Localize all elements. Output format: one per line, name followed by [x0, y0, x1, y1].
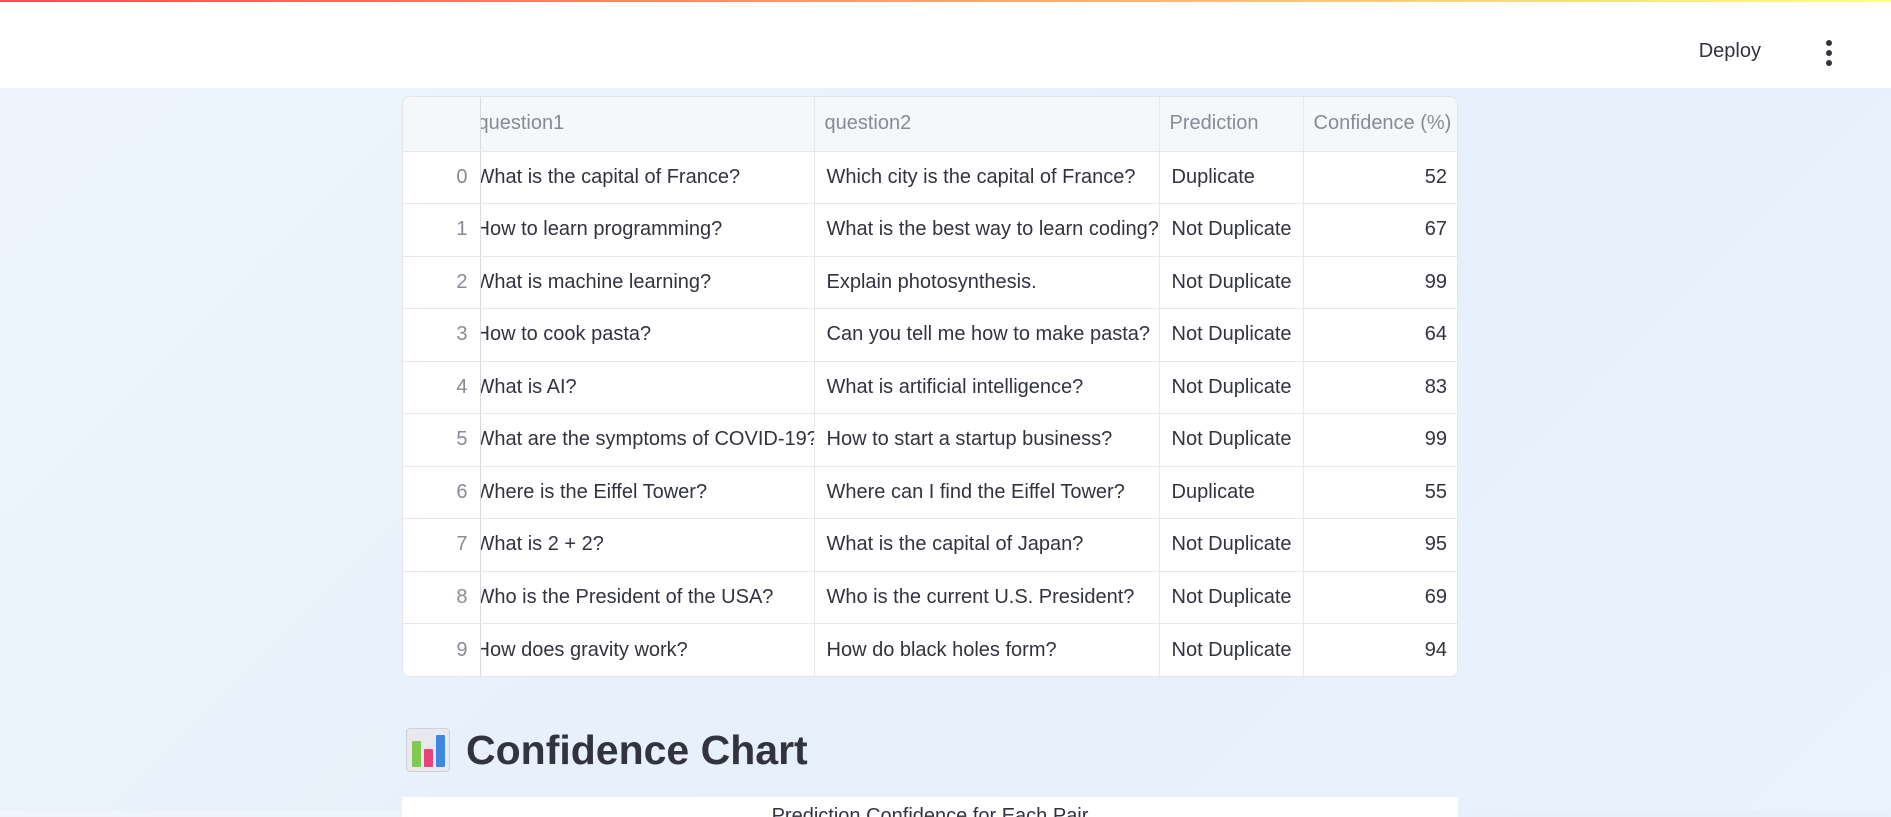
question2-cell[interactable]: Can you tell me how to make pasta? [814, 308, 1160, 362]
prediction-cell[interactable]: Not Duplicate [1159, 256, 1304, 309]
table-row[interactable]: 5 What are the symptoms of COVID-19? How… [403, 413, 1457, 467]
icon-bar [436, 735, 445, 767]
confidence-cell[interactable]: 99 [1303, 256, 1457, 309]
table-row[interactable]: 0 What is the capital of France? Which c… [403, 151, 1457, 204]
table-row[interactable]: 6 Where is the Eiffel Tower? Where can I… [403, 466, 1457, 519]
question1-cell[interactable]: Where is the Eiffel Tower? [480, 466, 815, 519]
question2-cell[interactable]: How to start a startup business? [814, 413, 1160, 467]
question1-cell[interactable]: How does gravity work? [480, 623, 815, 676]
question1-cell[interactable]: Who is the President of the USA? [480, 571, 815, 624]
confidence-cell[interactable]: 95 [1303, 518, 1457, 572]
results-dataframe[interactable]: question1 question2 Prediction Confidenc… [402, 96, 1458, 677]
column-header-index[interactable] [403, 97, 481, 152]
question1-cell[interactable]: What is the capital of France? [480, 151, 815, 204]
table-row[interactable]: 3 How to cook pasta? Can you tell me how… [403, 308, 1457, 362]
chart-title: Prediction Confidence for Each Pair [771, 805, 1089, 817]
column-header-prediction[interactable]: Prediction [1159, 97, 1304, 152]
question2-cell[interactable]: Which city is the capital of France? [814, 151, 1160, 204]
confidence-chart-panel: Prediction Confidence for Each Pair [402, 797, 1458, 817]
question1-cell[interactable]: What is AI? [480, 361, 815, 414]
section-heading: Confidence Chart [406, 722, 808, 778]
question2-cell[interactable]: Explain photosynthesis. [814, 256, 1160, 309]
column-header-confidence[interactable]: Confidence (%) [1303, 97, 1457, 152]
column-header-question1[interactable]: question1 [480, 97, 815, 152]
menu-dot [1826, 40, 1832, 46]
row-index-cell: 9 [403, 623, 481, 676]
confidence-cell[interactable]: 64 [1303, 308, 1457, 362]
question2-cell[interactable]: What is the capital of Japan? [814, 518, 1160, 572]
menu-dot [1826, 60, 1832, 66]
app-header: Deploy [0, 2, 1891, 88]
question1-cell[interactable]: What are the symptoms of COVID-19? [480, 413, 815, 467]
prediction-cell[interactable]: Not Duplicate [1159, 518, 1304, 572]
prediction-cell[interactable]: Not Duplicate [1159, 571, 1304, 624]
prediction-cell[interactable]: Not Duplicate [1159, 413, 1304, 467]
question2-cell[interactable]: How do black holes form? [814, 623, 1160, 676]
results-table: question1 question2 Prediction Confidenc… [403, 97, 1457, 677]
table-row[interactable]: 8 Who is the President of the USA? Who i… [403, 571, 1457, 624]
bar-chart-icon [406, 728, 450, 772]
kebab-menu-icon[interactable] [1819, 40, 1839, 66]
question1-cell[interactable]: How to cook pasta? [480, 308, 815, 362]
row-index-cell: 8 [403, 571, 481, 624]
row-index-cell: 7 [403, 518, 481, 572]
row-index-cell: 6 [403, 466, 481, 519]
confidence-cell[interactable]: 52 [1303, 151, 1457, 204]
row-index-cell: 5 [403, 413, 481, 467]
row-index-cell: 1 [403, 203, 481, 257]
confidence-cell[interactable]: 94 [1303, 624, 1457, 677]
confidence-cell[interactable]: 69 [1303, 571, 1457, 624]
section-title: Confidence Chart [466, 726, 808, 773]
question1-cell[interactable]: What is 2 + 2? [480, 518, 815, 572]
confidence-cell[interactable]: 67 [1303, 203, 1457, 257]
prediction-cell[interactable]: Not Duplicate [1159, 361, 1304, 414]
table-row[interactable]: 7 What is 2 + 2? What is the capital of … [403, 518, 1457, 572]
question2-cell[interactable]: Who is the current U.S. President? [814, 571, 1160, 624]
icon-bar [412, 741, 421, 767]
question2-cell[interactable]: What is the best way to learn coding? [814, 203, 1160, 257]
table-row[interactable]: 2 What is machine learning? Explain phot… [403, 256, 1457, 309]
deploy-button[interactable]: Deploy [1699, 40, 1761, 63]
row-index-cell: 0 [403, 151, 481, 204]
icon-bar [424, 749, 433, 767]
row-index-cell: 4 [403, 361, 481, 414]
prediction-cell[interactable]: Duplicate [1159, 466, 1304, 519]
column-header-question2[interactable]: question2 [814, 97, 1160, 152]
table-row[interactable]: 1 How to learn programming? What is the … [403, 203, 1457, 257]
prediction-cell[interactable]: Not Duplicate [1159, 308, 1304, 362]
question1-cell[interactable]: What is machine learning? [480, 256, 815, 309]
question2-cell[interactable]: Where can I find the Eiffel Tower? [814, 466, 1160, 519]
table-header-row: question1 question2 Prediction Confidenc… [403, 97, 1457, 152]
confidence-cell[interactable]: 83 [1303, 361, 1457, 414]
confidence-cell[interactable]: 99 [1303, 413, 1457, 467]
table-row[interactable]: 9 How does gravity work? How do black ho… [403, 623, 1457, 677]
question2-cell[interactable]: What is artificial intelligence? [814, 361, 1160, 414]
confidence-cell[interactable]: 55 [1303, 466, 1457, 519]
question1-cell[interactable]: How to learn programming? [480, 203, 815, 257]
prediction-cell[interactable]: Duplicate [1159, 151, 1304, 204]
row-index-cell: 3 [403, 308, 481, 362]
prediction-cell[interactable]: Not Duplicate [1159, 623, 1304, 676]
menu-dot [1826, 50, 1832, 56]
table-row[interactable]: 4 What is AI? What is artificial intelli… [403, 361, 1457, 414]
row-index-cell: 2 [403, 256, 481, 309]
prediction-cell[interactable]: Not Duplicate [1159, 203, 1304, 257]
